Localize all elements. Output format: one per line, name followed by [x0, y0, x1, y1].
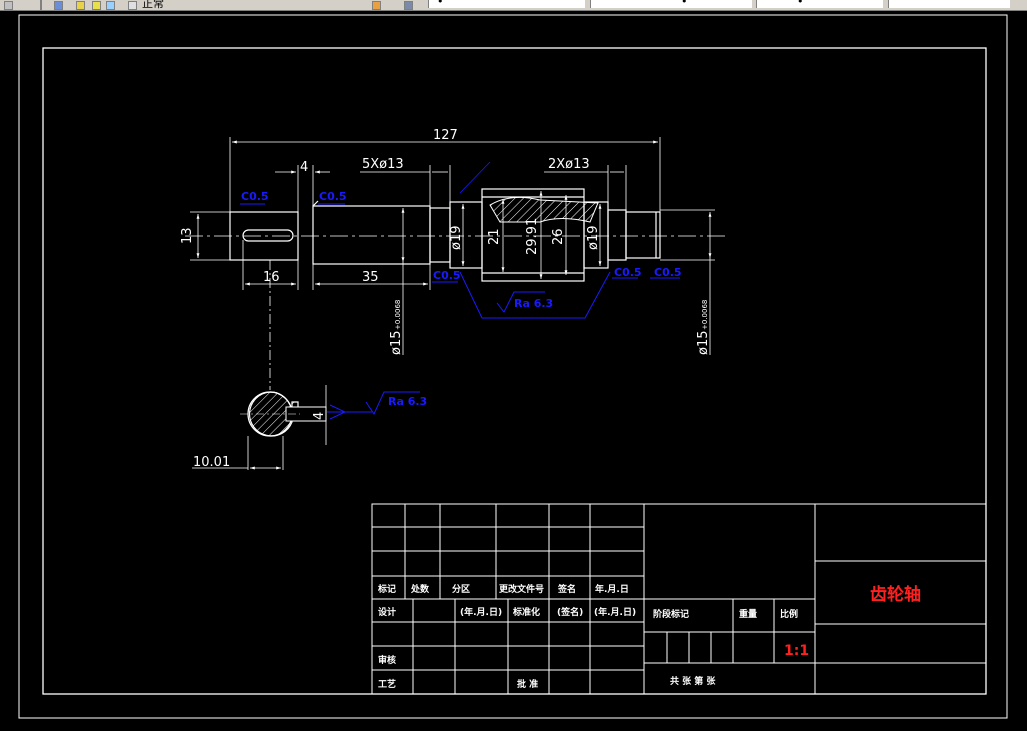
tb-part-name: 齿轮轴: [870, 584, 921, 605]
tb-approve: 批 准: [517, 678, 538, 690]
dim-dia-19-right: ø19: [586, 226, 601, 251]
lock-icon[interactable]: [106, 1, 115, 10]
tb-date: 年.月.日: [595, 583, 629, 595]
tb-date2: (年.月.日): [594, 606, 636, 618]
dim-26: 26: [551, 228, 566, 245]
gear-tooth-section: [489, 196, 599, 223]
dim-tolerance-right: +0.0068: [701, 300, 709, 330]
dim-length-35: 35: [362, 270, 379, 285]
dim-holes-right: 2Xø13: [548, 157, 590, 172]
chamfer-3: C0.5: [433, 269, 461, 282]
linetype-dropdown[interactable]: •: [590, 0, 752, 8]
layer-button-icon[interactable]: [404, 1, 413, 10]
tb-review: 审核: [378, 654, 396, 666]
sun-icon[interactable]: [92, 1, 101, 10]
tb-design: 设计: [378, 606, 396, 618]
tb-ratio: 比例: [780, 608, 798, 620]
dim-overall-length: 127: [433, 128, 458, 143]
color-swatch-icon[interactable]: [128, 1, 137, 10]
tb-zone: 分区: [452, 583, 470, 595]
dim-dia-15-left: ø15: [389, 331, 404, 356]
tb-sheets: 共 张 第 张: [670, 675, 716, 687]
shaft-right-end: [625, 211, 661, 259]
chamfer-2: C0.5: [319, 190, 347, 203]
color-dropdown-value: •: [437, 0, 444, 8]
layer-state-icon[interactable]: [76, 1, 85, 10]
shaft-segment-right: [607, 209, 627, 261]
tb-mark: 标记: [377, 583, 396, 595]
tb-design-date: (年.月.日): [460, 606, 502, 618]
shaft-segment-2: [312, 205, 431, 265]
roughness-section: Ra 6.3: [388, 395, 427, 408]
toolbar-separator: [40, 0, 42, 10]
tb-stage-mark: 阶段标记: [653, 608, 689, 620]
dimension-lines: [190, 137, 715, 390]
plotstyle-dropdown[interactable]: [888, 0, 1010, 8]
layer-previous-icon[interactable]: [372, 1, 381, 10]
tb-weight: 重量: [739, 608, 757, 620]
dim-section-depth: 10.01: [193, 455, 230, 470]
lineweight-dropdown[interactable]: •: [756, 0, 883, 8]
dim-keyway-16: 16: [263, 270, 280, 285]
dim-29-91: 29.91: [525, 218, 540, 255]
dim-tolerance-left: +0.0068: [394, 300, 402, 330]
dim-dia-19-left: ø19: [449, 226, 464, 251]
dim-section-width: 4: [312, 412, 327, 420]
color-dropdown[interactable]: •: [428, 0, 585, 8]
drawing-canvas[interactable]: 127 4 5Xø13 2Xø13 13 16 35 ø19 21 29.91 …: [0, 10, 1027, 731]
tb-standard: 标准化: [512, 606, 540, 618]
shaft-segment-3: [429, 207, 451, 263]
chamfer-5: C0.5: [654, 266, 682, 279]
dim-21: 21: [487, 228, 502, 245]
dim-dia-13: 13: [180, 227, 195, 244]
tb-sign2: (签名): [557, 606, 583, 618]
chamfer-4: C0.5: [614, 266, 642, 279]
dim-dia-15-right: ø15: [696, 331, 711, 356]
roughness-main: Ra 6.3: [514, 297, 553, 310]
tb-process: 工艺: [378, 678, 396, 690]
chamfer-1: C0.5: [241, 190, 269, 203]
tb-scale-value: 1:1: [784, 643, 809, 659]
keyway-slot: [242, 229, 294, 242]
dim-width-4: 4: [300, 160, 308, 175]
layer-properties-icon[interactable]: [54, 1, 63, 10]
tb-doc-no: 更改文件号: [499, 583, 544, 595]
dim-holes-left: 5Xø13: [362, 157, 404, 172]
tb-sign: 签名: [557, 583, 576, 595]
lineweight-dropdown-value: •: [797, 0, 804, 8]
linetype-dropdown-value: •: [681, 0, 688, 8]
sheet-inner-border: [42, 47, 987, 695]
toolbar-button[interactable]: [4, 1, 13, 10]
tb-count: 处数: [410, 583, 430, 595]
